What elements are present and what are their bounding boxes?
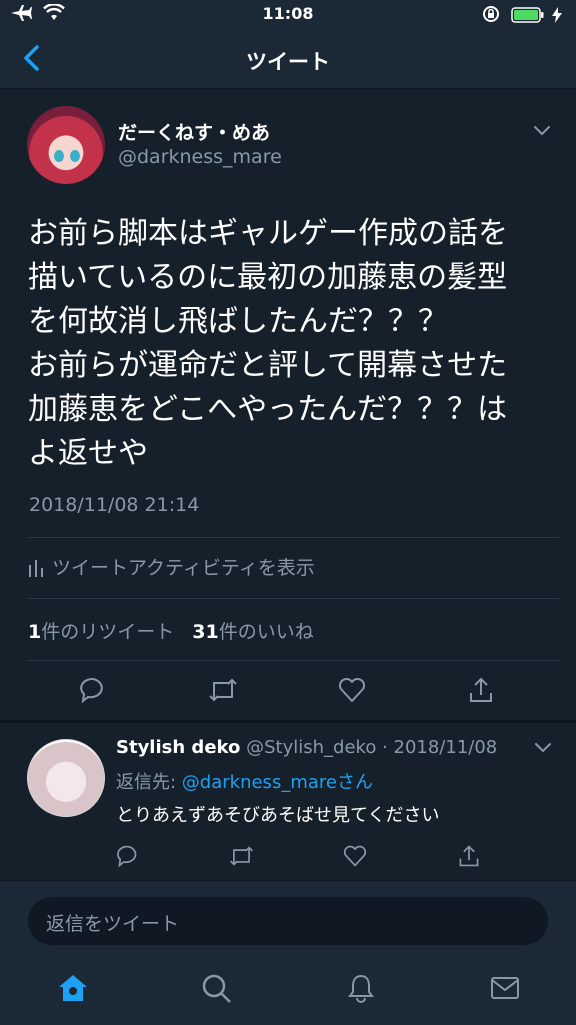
share-icon xyxy=(470,677,492,702)
reply-icon xyxy=(117,845,137,868)
chevron-down-icon xyxy=(535,743,551,753)
like-label: 件のいいね xyxy=(218,621,314,643)
chevron-down-icon xyxy=(534,126,550,136)
retweet-icon xyxy=(229,846,254,866)
tweet-stats: 1件のリツイート 31件のいいね xyxy=(28,617,314,644)
heart-icon xyxy=(343,845,367,867)
retweet-label: 件のリツイート xyxy=(41,621,175,643)
reply-icon xyxy=(80,677,103,704)
reply-retweet-button[interactable] xyxy=(228,844,255,872)
reply-to-prefix: 返信先: xyxy=(116,772,182,793)
retweet-icon xyxy=(209,678,237,702)
heart-icon xyxy=(338,677,366,702)
reply-reply-button[interactable] xyxy=(116,844,140,872)
bottom-panel: 返信をツイート xyxy=(0,880,576,1025)
like-button[interactable] xyxy=(338,676,366,708)
reply-author-name[interactable]: Stylish deko xyxy=(116,737,240,758)
reply-actions xyxy=(0,844,576,870)
charging-icon xyxy=(552,7,562,23)
reply-header: Stylish deko @Stylish_deko · 2018/11/08 xyxy=(116,737,497,758)
section-divider xyxy=(0,720,576,723)
author-display-name[interactable]: だーくねす・めあ xyxy=(118,118,270,145)
reply-menu-button[interactable] xyxy=(533,740,553,759)
reply-author-meta: @Stylish_deko · 2018/11/08 xyxy=(240,737,498,758)
reply-like-button[interactable] xyxy=(343,844,367,872)
reply-to-mention[interactable]: @darkness_mareさん xyxy=(182,772,373,793)
likes-stat[interactable]: 31件のいいね xyxy=(192,621,313,643)
tweet-text: お前ら脚本はギャルゲー作成の話を 描いているのに最初の加藤恵の髪型 を何故消し飛… xyxy=(28,216,508,471)
notifications-icon xyxy=(348,974,374,1003)
share-button[interactable] xyxy=(467,676,495,708)
reply-avatar[interactable] xyxy=(27,739,105,817)
tab-messages[interactable] xyxy=(489,973,521,1007)
retweet-button[interactable] xyxy=(207,676,239,708)
activity-label: ツイートアクティビティを表示 xyxy=(52,557,315,579)
rotation-lock-icon xyxy=(482,6,499,22)
tab-notifications[interactable] xyxy=(346,973,376,1007)
battery-icon xyxy=(511,7,544,23)
divider xyxy=(28,660,559,661)
share-icon xyxy=(459,845,479,867)
nav-bar: ツイート xyxy=(0,30,576,89)
tweet-activity-link[interactable]: ツイートアクティビティを表示 xyxy=(28,553,315,580)
status-bar: 11:08 xyxy=(0,0,576,30)
avatar-eye xyxy=(70,150,80,162)
retweet-count: 1 xyxy=(28,621,42,643)
divider xyxy=(28,537,559,538)
bar-chart-icon xyxy=(29,560,43,577)
reply-button[interactable] xyxy=(79,676,107,708)
tweet-menu-button[interactable] xyxy=(532,123,552,142)
reply-compose-input[interactable]: 返信をツイート xyxy=(28,897,548,945)
reply-share-button[interactable] xyxy=(457,844,481,872)
reply-to-line: 返信先: @darkness_mareさん xyxy=(116,768,373,794)
like-count: 31 xyxy=(192,621,219,643)
divider xyxy=(28,598,559,599)
avatar[interactable] xyxy=(27,106,105,184)
page-title: ツイート xyxy=(246,50,330,74)
author-handle[interactable]: @darkness_mare xyxy=(118,146,282,168)
retweets-stat[interactable]: 1件のリツイート xyxy=(28,621,174,643)
status-right-icons xyxy=(482,5,562,27)
messages-icon xyxy=(491,977,519,999)
tweet-actions xyxy=(0,676,576,706)
tab-home[interactable] xyxy=(57,973,89,1007)
tab-search[interactable] xyxy=(201,973,233,1007)
avatar-eye xyxy=(54,150,64,162)
home-icon xyxy=(59,975,87,1001)
reply-text: とりあえずあそびあそばせ見てください xyxy=(116,805,440,826)
tweet-timestamp[interactable]: 2018/11/08 21:14 xyxy=(29,494,199,516)
search-icon xyxy=(202,974,231,1003)
